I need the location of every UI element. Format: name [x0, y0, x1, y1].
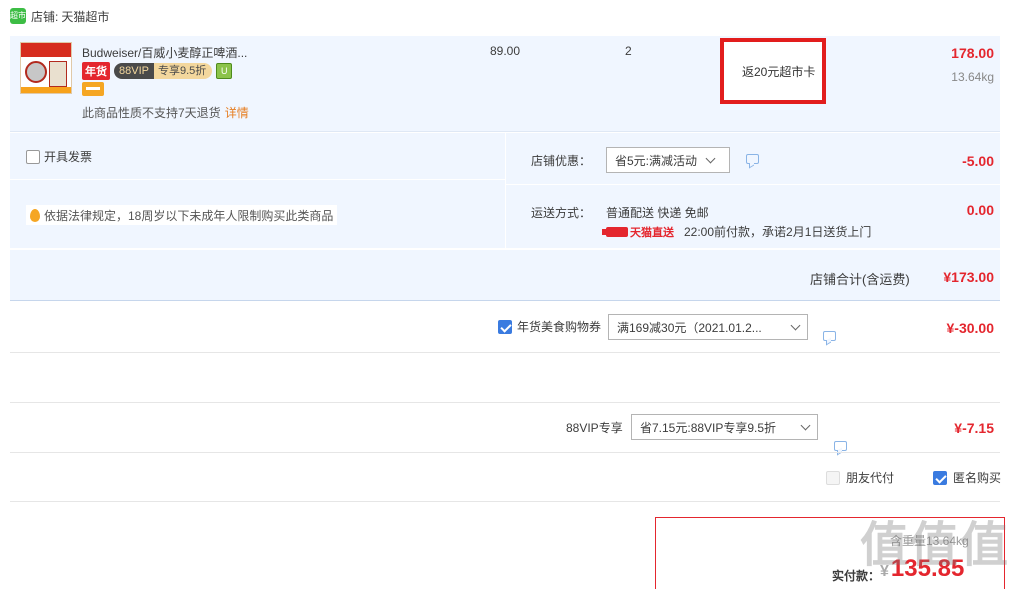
delivery-promise: 22:00前付款，承诺2月1日送货上门: [684, 225, 872, 239]
unit-price: 89.00: [490, 44, 521, 58]
shipping-promise-row: 天猫直送 22:00前付款，承诺2月1日送货上门: [602, 223, 872, 240]
invoice-label: 开具发票: [44, 150, 93, 164]
lightbulb-icon: [30, 208, 40, 222]
coupon-value: ¥-30.00: [946, 320, 994, 336]
coupon-option[interactable]: 年货美食购物券: [498, 318, 601, 335]
invoice-option[interactable]: 开具发票: [26, 148, 92, 165]
law-notice: 依据法律规定，18周岁以下未成年人限制购买此类商品: [26, 205, 338, 225]
message-icon[interactable]: [746, 154, 759, 164]
vip-promo-value: ¥-7.15: [954, 420, 994, 436]
tmall-cat-icon: [602, 226, 628, 237]
tmall-supermarket-logo-icon: 超市: [10, 8, 26, 24]
invoice-checkbox[interactable]: [26, 149, 40, 164]
rebate-text: 返20元超市卡: [742, 65, 816, 79]
chevron-down-icon: [705, 153, 716, 163]
shop-total-value: ¥173.00: [943, 269, 994, 285]
no-return-notice: 此商品性质不支持7天退货 详情: [82, 106, 249, 120]
message-icon[interactable]: [823, 331, 836, 341]
coupon-checkbox[interactable]: [498, 319, 512, 334]
anonymous-option[interactable]: 匿名购买: [933, 469, 1001, 486]
shop-discount-value: -5.00: [962, 153, 994, 169]
product-thumbnail[interactable]: [20, 42, 72, 94]
card-payment-icon: [82, 82, 104, 96]
shop-header: 超市 店铺: 天猫超市: [10, 6, 109, 26]
shop-name-link[interactable]: 天猫超市: [61, 8, 109, 25]
vip-discount-badge: 88VIP 专享9.5折: [114, 63, 213, 79]
vip-promo-select[interactable]: 省7.15元:88VIP专享9.5折: [631, 414, 818, 440]
shop-label: 店铺:: [31, 9, 59, 24]
shipping-value: 0.00: [966, 202, 994, 218]
chevron-down-icon: [800, 420, 811, 430]
anonymous-label: 匿名购买: [953, 471, 1002, 485]
product-badges: 年货 88VIP 专享9.5折 U: [82, 62, 233, 80]
quantity: 2: [625, 44, 632, 58]
item-total-price: 178.00: [951, 45, 994, 61]
shop-discount-select[interactable]: 省5元:满减活动: [606, 147, 730, 173]
friend-pay-label: 朋友代付: [846, 471, 895, 485]
product-title-link[interactable]: Budweiser/百威小麦醇正啤酒...: [82, 44, 247, 61]
coupon-select[interactable]: 满169减30元（2021.01.2...: [608, 314, 808, 340]
friend-pay-checkbox[interactable]: [826, 470, 840, 485]
chevron-down-icon: [790, 320, 801, 330]
detail-link[interactable]: 详情: [225, 106, 249, 120]
coupon-label: 年货美食购物券: [517, 320, 602, 334]
service-guarantee-icon: U: [216, 63, 233, 79]
message-icon[interactable]: [834, 441, 847, 451]
item-weight: 13.64kg: [951, 70, 994, 84]
vip-promo-label: 88VIP专享: [566, 421, 623, 435]
friend-pay-option[interactable]: 朋友代付: [826, 469, 894, 486]
watermark-logo: 值值值: [860, 517, 1011, 573]
shipping-method: 普通配送 快递 免邮: [606, 206, 709, 220]
anonymous-checkbox[interactable]: [933, 470, 947, 485]
shipping-label: 运送方式：: [531, 206, 592, 220]
tmall-direct-tag: 天猫直送: [602, 224, 674, 240]
shop-total-label: 店铺合计(含运费): [810, 272, 910, 287]
shop-discount-label: 店铺优惠：: [531, 154, 592, 168]
nianhuo-badge: 年货: [82, 62, 110, 80]
